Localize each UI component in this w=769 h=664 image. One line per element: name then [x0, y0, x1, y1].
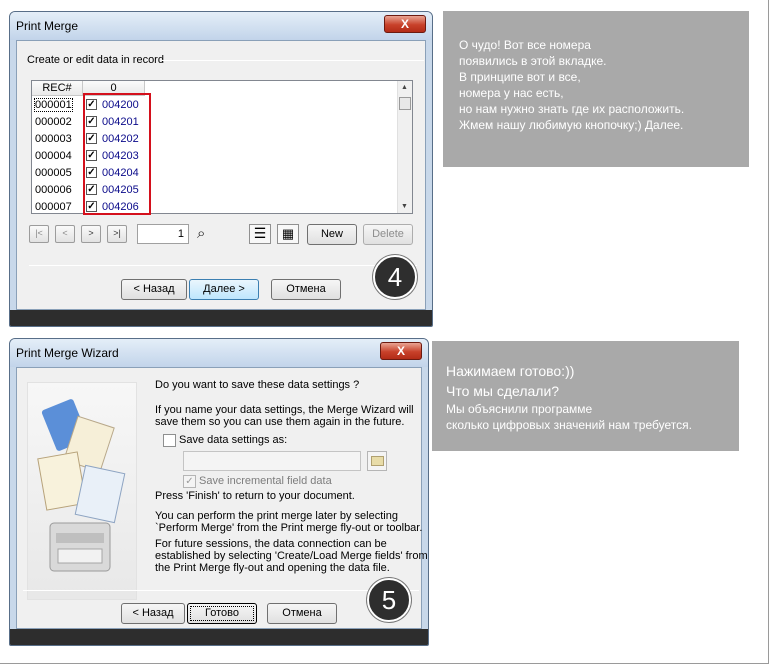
step-badge-5: 5 — [367, 578, 411, 622]
cancel-button[interactable]: Отмена — [271, 279, 341, 300]
last-record-button[interactable]: >| — [107, 225, 127, 243]
save-settings-label: Save data settings as: — [179, 434, 288, 446]
group-label: Create or edit data in record — [27, 54, 164, 66]
back-button[interactable]: < Назад — [121, 279, 187, 300]
title-bar[interactable]: Print Merge X — [10, 12, 432, 40]
bottom-divider — [23, 590, 419, 591]
delete-record-button[interactable]: Delete — [363, 224, 413, 245]
note-line: но нам нужно знать где их расположить. — [459, 102, 685, 116]
later-text: `Perform Merge' from the Print merge fly… — [155, 522, 423, 534]
dialog-client: Create or edit data in record REC# 0 000… — [16, 40, 426, 310]
note-line: Жмем нашу любимую кнопочку;) Далее. — [459, 118, 684, 132]
dialog-title: Print Merge — [16, 19, 79, 33]
note-line: сколько цифровых значений нам требуется. — [446, 418, 692, 432]
question-text: Do you want to save these data settings … — [155, 379, 360, 391]
rec-cell[interactable]: 000001 — [34, 98, 73, 112]
note-line: О чудо! Вот все номера — [459, 38, 591, 52]
record-number-input[interactable]: 1 — [137, 224, 189, 244]
note-line: номера у нас есть, — [459, 86, 564, 100]
print-merge-wizard-dialog: Print Merge Wizard X Do you want to save… — [9, 338, 429, 646]
rec-cell[interactable]: 000002 — [35, 116, 72, 128]
incremental-label: Save incremental field data — [199, 475, 332, 487]
new-record-button[interactable]: New — [307, 224, 357, 245]
group-divider — [162, 60, 424, 61]
browse-folder-button[interactable] — [367, 451, 387, 471]
table-view-icon[interactable]: ▦ — [277, 224, 299, 244]
rec-cell[interactable]: 000006 — [35, 184, 72, 196]
highlight-box — [83, 93, 151, 215]
scroll-down-icon[interactable]: ▼ — [401, 203, 408, 210]
bottom-divider — [29, 265, 417, 266]
scroll-up-icon[interactable]: ▲ — [401, 84, 408, 91]
rec-cell[interactable]: 000007 — [35, 201, 72, 213]
first-record-button[interactable]: |< — [29, 225, 49, 243]
note-line: появились в этой вкладке. — [459, 54, 607, 68]
cancel-button[interactable]: Отмена — [267, 603, 337, 624]
record-navigator: |< < > >| — [29, 225, 139, 245]
dialog-title: Print Merge Wizard — [16, 346, 119, 360]
grid-scrollbar[interactable]: ▲ ▼ — [397, 81, 412, 213]
find-icon[interactable]: ⌕ — [197, 225, 205, 242]
prev-record-button[interactable]: < — [55, 225, 75, 243]
folder-icon — [371, 456, 384, 466]
incremental-checkbox[interactable]: ✓ — [183, 475, 196, 488]
note-line: Мы объяснили программе — [446, 402, 593, 416]
rec-cell[interactable]: 000004 — [35, 150, 72, 162]
dialog-client: Do you want to save these data settings … — [16, 367, 428, 629]
background-strip — [10, 629, 428, 645]
print-merge-dialog: Print Merge X Create or edit data in rec… — [9, 11, 433, 327]
next-record-button[interactable]: > — [81, 225, 101, 243]
close-button[interactable]: X — [380, 342, 422, 360]
background-strip — [10, 310, 432, 326]
note-line: Нажимаем готово:)) — [446, 363, 575, 379]
future-text: the Print Merge fly-out and opening the … — [155, 562, 390, 574]
back-button[interactable]: < Назад — [121, 603, 185, 624]
scroll-thumb[interactable] — [399, 97, 411, 110]
close-button[interactable]: X — [384, 15, 426, 33]
note-step-4: О чудо! Вот все номера появились в этой … — [443, 11, 749, 167]
next-button[interactable]: Далее > — [189, 279, 259, 300]
step-badge-4: 4 — [373, 255, 417, 299]
info-text: save them so you can use them again in t… — [155, 416, 405, 428]
finish-button[interactable]: Готово — [187, 603, 257, 624]
finish-text: Press 'Finish' to return to your documen… — [155, 490, 355, 502]
column-header-rec[interactable]: REC# — [32, 81, 83, 96]
wizard-printer-icon — [37, 399, 126, 572]
rec-cell[interactable]: 000005 — [35, 167, 72, 179]
note-line: В принципе вот и все, — [459, 70, 581, 84]
note-step-5: Нажимаем готово:)) Что мы сделали? Мы об… — [432, 341, 739, 451]
settings-name-input[interactable] — [183, 451, 361, 471]
save-settings-checkbox[interactable] — [163, 434, 176, 447]
rec-cell[interactable]: 000003 — [35, 133, 72, 145]
title-bar[interactable]: Print Merge Wizard X — [10, 339, 428, 367]
list-view-icon[interactable]: ☰ — [249, 224, 271, 244]
note-line: Что мы сделали? — [446, 383, 560, 399]
wizard-illustration — [27, 382, 137, 600]
tutorial-page: Print Merge X Create or edit data in rec… — [0, 0, 769, 664]
